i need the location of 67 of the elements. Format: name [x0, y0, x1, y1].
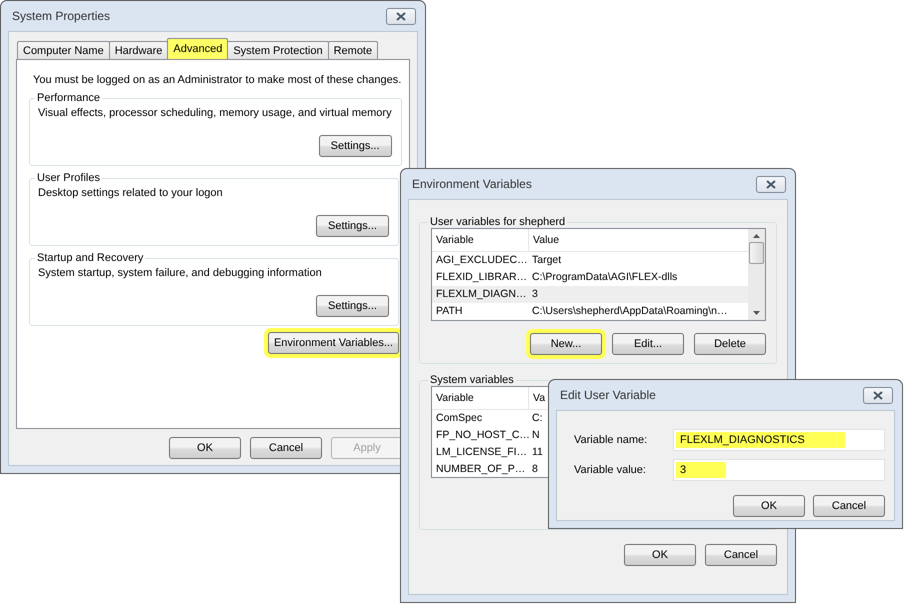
table-cell-text: C: [531, 411, 542, 426]
dialog-button[interactable]: OK [169, 437, 241, 459]
table-cell-text: FLEXID_LIBRAR… [435, 270, 528, 285]
column-header[interactable]: Value [529, 229, 748, 251]
scroll-down-icon [753, 311, 760, 315]
dialog-button[interactable]: OK [733, 495, 805, 517]
variable-row[interactable]: FLEXLM_DIAGN… 3 [432, 286, 748, 303]
variable-row[interactable]: AGI_EXCLUDEC… Target [432, 252, 748, 269]
table-cell-text: NUMBER_OF_P… [435, 462, 526, 477]
table-cell-text: N [531, 428, 540, 443]
tab[interactable]: Advanced [167, 38, 228, 59]
close-icon [873, 390, 883, 400]
list-button[interactable]: Delete [694, 333, 766, 355]
dialog-button[interactable]: Cancel [250, 437, 322, 459]
group-label: User Profiles [36, 172, 101, 184]
window-title: Environment Variables [412, 177, 532, 191]
scroll-thumb[interactable] [749, 242, 764, 264]
close-button[interactable] [386, 8, 416, 24]
group-label: Startup and Recovery [36, 252, 144, 264]
variable-row[interactable]: FLEXID_LIBRAR… C:\ProgramData\AGI\FLEX-dlls [432, 269, 748, 286]
table-cell-text: FLEXLM_DIAGN… [435, 287, 528, 302]
window-title: System Properties [12, 9, 110, 23]
close-icon [396, 12, 406, 20]
dialog-button[interactable]: Cancel [813, 495, 885, 517]
tab[interactable]: Remote [328, 41, 378, 59]
group-description: Visual effects, processor scheduling, memory usage, and virtual memory [38, 107, 392, 121]
list-button[interactable]: Edit... [612, 333, 684, 355]
tab[interactable]: System Protection [227, 41, 329, 59]
input-field[interactable]: FLEXLM_DIAGNOSTICS [673, 429, 885, 451]
table-cell-text: FP_NO_HOST_C… [435, 428, 528, 443]
dialog-button[interactable]: OK [624, 544, 696, 566]
group-label: System variables [429, 374, 515, 386]
scrollbar[interactable] [748, 229, 765, 320]
table-cell-text: 8 [531, 462, 538, 477]
group-description: System startup, system failure, and debugging information [38, 267, 323, 281]
group-label: Performance [36, 92, 101, 104]
column-header[interactable]: Variable [432, 229, 529, 251]
field-value: FLEXLM_DIAGNOSTICS [676, 432, 845, 448]
field-value: 3 [676, 462, 726, 478]
tab[interactable]: Hardware [108, 41, 168, 59]
field-label: Variable name: [574, 434, 648, 446]
table-cell-text: C:\Users\shepherd\AppData\Roaming\n… [531, 304, 728, 319]
group-label: User variables for shepherd [429, 216, 566, 228]
field-label: Variable value: [574, 464, 647, 476]
table-cell-text: C:\ProgramData\AGI\FLEX-dlls [531, 270, 678, 285]
close-button[interactable] [863, 386, 893, 404]
table-cell-text: 11 [531, 445, 543, 460]
settings-button[interactable]: Settings... [316, 295, 389, 317]
close-button[interactable] [756, 176, 786, 192]
notice-text: You must be logged on as an Administrator to make most of these changes. [33, 74, 399, 86]
table-cell-text: Target [531, 253, 562, 268]
group-description: Desktop settings related to your logon [38, 187, 224, 201]
window-title: Edit User Variable [560, 388, 656, 402]
settings-button[interactable]: Settings... [316, 215, 389, 237]
table-cell-text: AGI_EXCLUDEC… [435, 253, 528, 268]
variable-row[interactable]: PATH C:\Users\shepherd\AppData\Roaming\n… [432, 303, 748, 320]
settings-button[interactable]: Settings... [318, 135, 392, 157]
column-header[interactable]: Variable [432, 387, 529, 409]
tab[interactable]: Computer Name [17, 41, 110, 59]
close-icon [766, 180, 776, 188]
table-cell-text: ComSpec [435, 411, 484, 426]
table-cell-text: PATH [435, 304, 464, 319]
table-cell-text: 3 [531, 287, 538, 302]
dialog-button[interactable]: Cancel [705, 544, 777, 566]
scroll-up-icon [753, 234, 760, 238]
input-field[interactable]: 3 [673, 459, 885, 481]
table-cell-text: LM_LICENSE_FI… [435, 445, 528, 460]
